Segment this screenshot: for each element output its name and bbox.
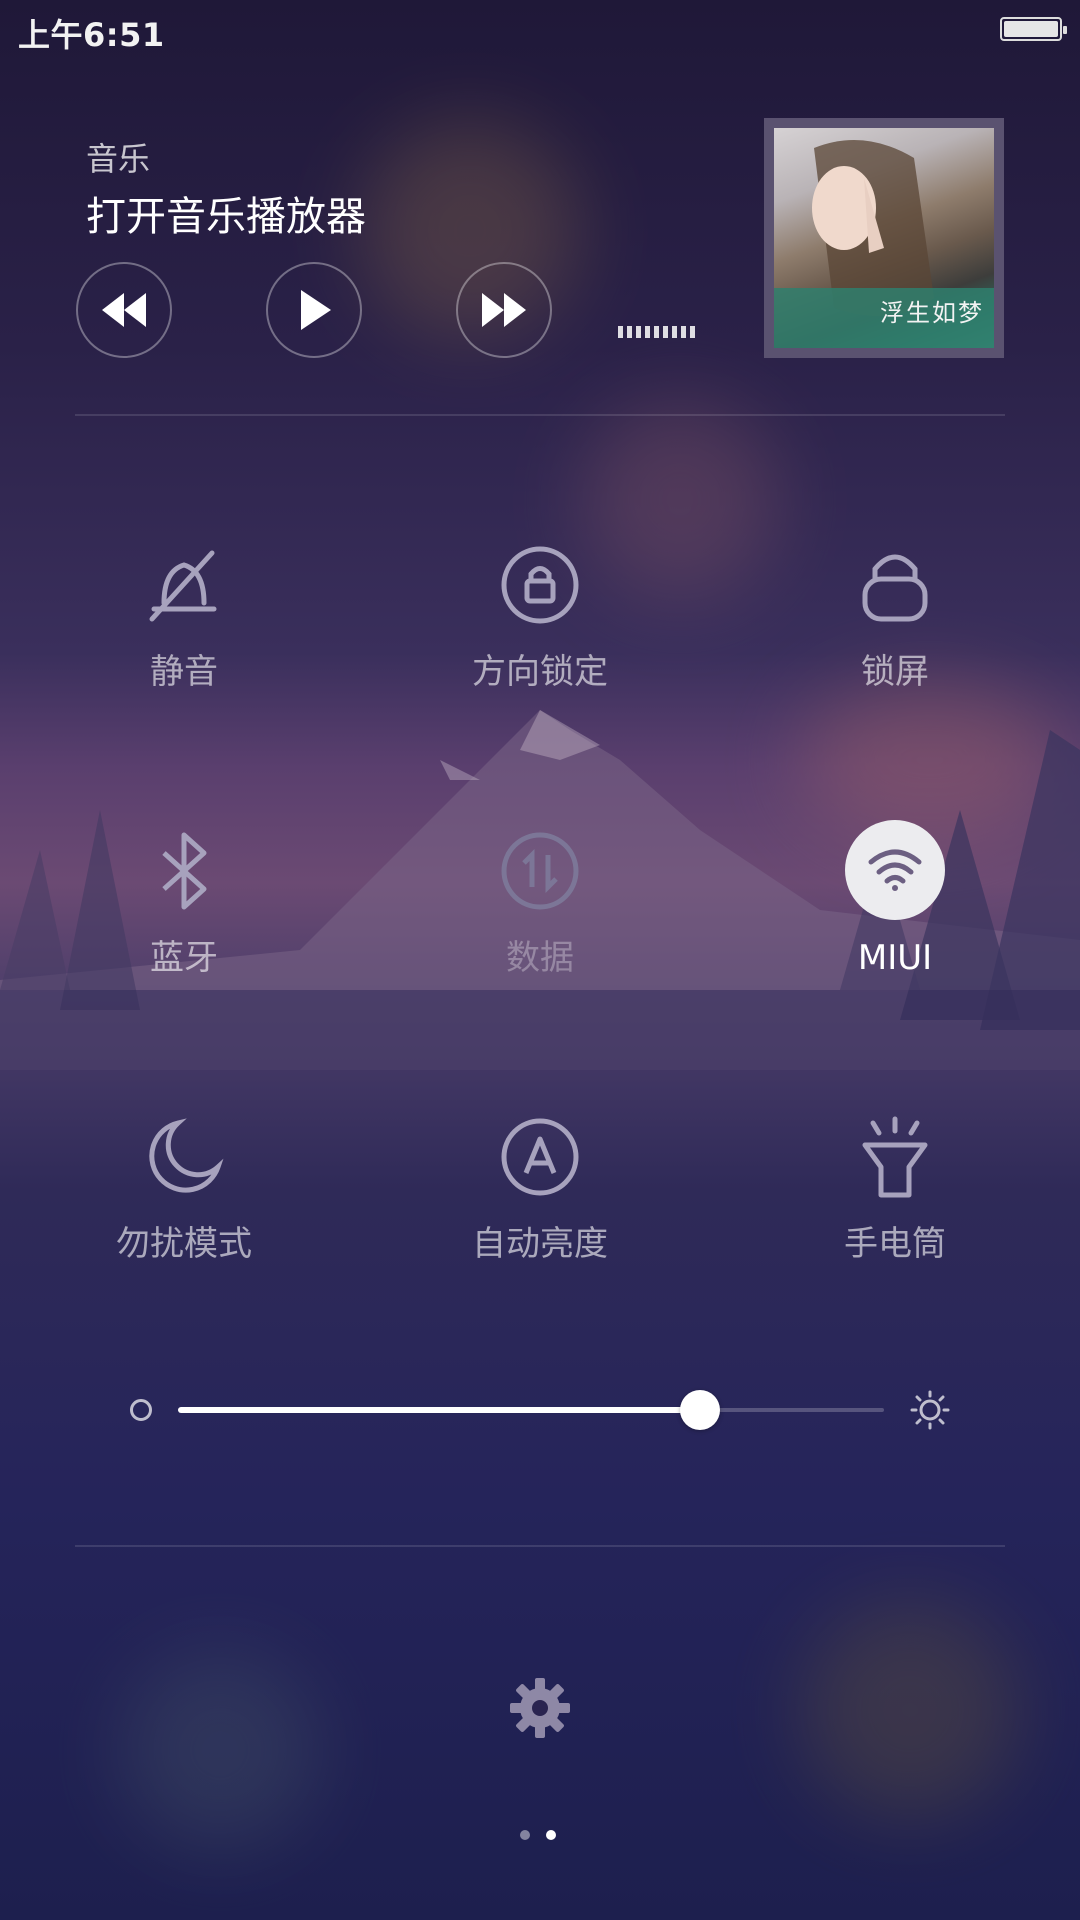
next-icon: [482, 293, 526, 327]
rotation-lock-icon: [501, 546, 579, 624]
previous-icon: [102, 293, 146, 327]
toggle-auto-brightness[interactable]: 自动亮度: [420, 1112, 660, 1265]
divider: [75, 414, 1005, 416]
flashlight-icon: [862, 1116, 928, 1198]
toggle-lock-screen[interactable]: 锁屏: [775, 540, 1015, 693]
battery-icon: [1000, 17, 1067, 41]
brightness-slider[interactable]: [130, 1390, 950, 1430]
album-caption: 浮生如梦: [880, 299, 984, 327]
toggle-label: MIUI: [857, 938, 933, 978]
gear-icon: [510, 1678, 570, 1738]
background-blur: [120, 1650, 320, 1850]
auto-brightness-icon: [501, 1118, 579, 1196]
toggle-silent[interactable]: 静音: [64, 540, 304, 693]
play-icon: [301, 290, 331, 330]
page-dot: [520, 1830, 530, 1840]
toggle-label: 锁屏: [861, 652, 929, 692]
toggle-do-not-disturb[interactable]: 勿扰模式: [64, 1112, 304, 1265]
page-indicator: [520, 1830, 556, 1840]
toggle-label: 手电筒: [844, 1224, 946, 1264]
silent-bell-icon: [149, 550, 217, 622]
toggle-rotation-lock[interactable]: 方向锁定: [420, 540, 660, 693]
toggle-bluetooth[interactable]: 蓝牙: [64, 826, 304, 979]
toggle-label: 数据: [506, 938, 574, 978]
status-time: 上午6:51: [18, 16, 165, 54]
next-button[interactable]: [456, 262, 552, 358]
toggle-label: 勿扰模式: [116, 1224, 252, 1264]
mobile-data-icon: [501, 832, 579, 910]
toggle-label: 方向锁定: [472, 652, 608, 692]
toggle-label: 蓝牙: [150, 938, 218, 978]
status-bar: 上午6:51: [0, 0, 1080, 60]
toggle-mobile-data[interactable]: 数据: [420, 826, 660, 979]
music-title[interactable]: 打开音乐播放器: [86, 184, 366, 242]
toggle-label: 自动亮度: [472, 1224, 608, 1264]
equalizer-icon: [618, 326, 695, 338]
lock-icon: [862, 554, 928, 622]
page-dot: [546, 1830, 556, 1840]
bluetooth-icon: [162, 832, 207, 910]
wifi-icon: [868, 849, 922, 891]
previous-button[interactable]: [76, 262, 172, 358]
moon-icon: [149, 1118, 224, 1193]
toggle-flashlight[interactable]: 手电筒: [775, 1112, 1015, 1265]
toggle-wifi[interactable]: MIUI: [775, 820, 1015, 978]
brightness-thumb[interactable]: [680, 1390, 721, 1430]
brightness-fill: [178, 1407, 701, 1413]
play-button[interactable]: [266, 262, 362, 358]
settings-button[interactable]: [508, 1676, 572, 1744]
toggle-label: 静音: [150, 652, 218, 692]
background-blur: [800, 1600, 1020, 1820]
music-app-label: 音乐: [86, 140, 151, 178]
divider: [75, 1545, 1005, 1547]
album-art[interactable]: 浮生如梦: [764, 118, 1004, 358]
brightness-high-icon: [910, 1390, 950, 1430]
brightness-low-icon: [130, 1399, 152, 1421]
